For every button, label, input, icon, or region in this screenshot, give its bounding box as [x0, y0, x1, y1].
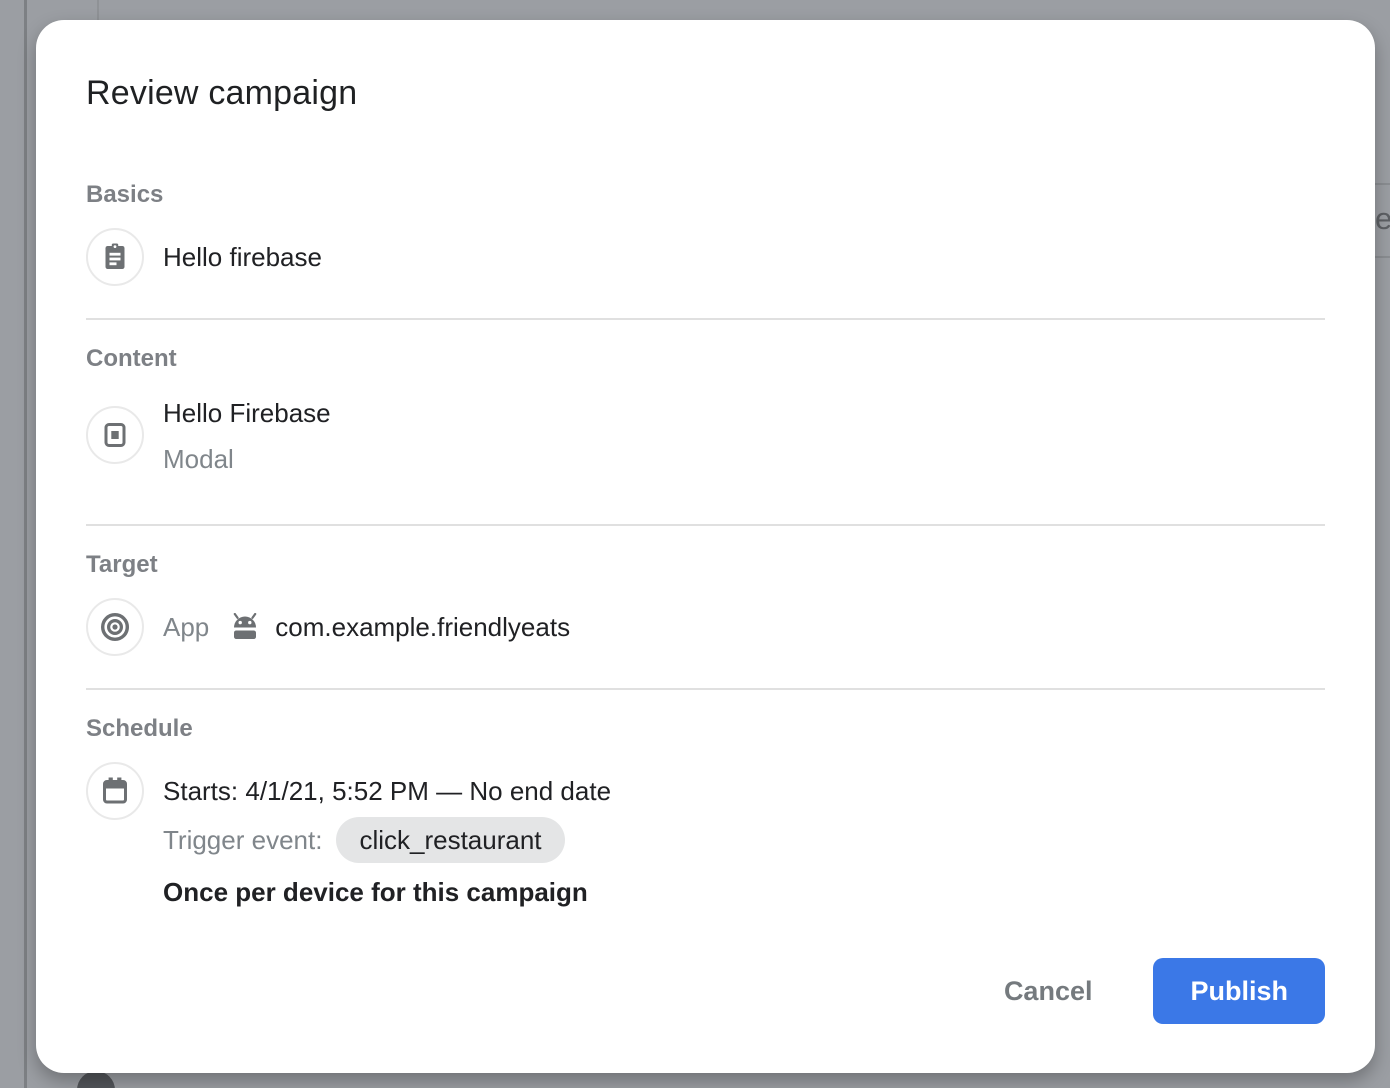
target-row: App com.example.friendlyeats — [86, 598, 1325, 656]
schedule-row: Starts: 4/1/21, 5:52 PM — No end date Tr… — [86, 762, 1325, 912]
frequency-text: Once per device for this campaign — [163, 872, 611, 912]
section-divider — [86, 688, 1325, 690]
background-partial-text: e — [1375, 202, 1390, 236]
background-panel-edge — [97, 0, 99, 22]
schedule-dates: Starts: 4/1/21, 5:52 PM — No end date — [163, 771, 611, 811]
clipboard-icon-glyph — [100, 242, 130, 272]
target-summary: App com.example.friendlyeats — [163, 608, 570, 646]
section-divider — [86, 318, 1325, 320]
bullseye-icon — [86, 598, 144, 656]
target-app-id: com.example.friendlyeats — [275, 608, 570, 646]
publish-button[interactable]: Publish — [1153, 958, 1325, 1024]
cancel-button[interactable]: Cancel — [990, 966, 1107, 1017]
message-type: Modal — [163, 440, 331, 478]
dialog-actions: Cancel Publish — [86, 958, 1325, 1024]
background-avatar — [77, 1071, 115, 1088]
trigger-event-label: Trigger event: — [163, 821, 322, 859]
calendar-icon-glyph — [100, 776, 130, 806]
section-label-content: Content — [86, 344, 1325, 374]
section-label-target: Target — [86, 550, 1325, 580]
section-divider — [86, 524, 1325, 526]
section-label-basics: Basics — [86, 180, 1325, 210]
schedule-summary: Starts: 4/1/21, 5:52 PM — No end date Tr… — [163, 762, 611, 912]
trigger-event-chip: click_restaurant — [336, 817, 564, 863]
android-icon — [231, 613, 261, 641]
review-campaign-dialog: Review campaign Basics Hello firebase Co… — [36, 20, 1375, 1073]
message-title: Hello Firebase — [163, 394, 331, 432]
section-label-schedule: Schedule — [86, 714, 1325, 744]
calendar-icon — [86, 762, 144, 820]
bullseye-icon-glyph — [99, 611, 131, 643]
campaign-name: Hello firebase — [163, 238, 322, 276]
modal-message-icon — [86, 406, 144, 464]
clipboard-icon — [86, 228, 144, 286]
content-summary: Hello Firebase Modal — [163, 392, 331, 478]
dialog-title: Review campaign — [86, 72, 1325, 114]
android-icon-glyph — [231, 613, 261, 641]
trigger-event-line: Trigger event: click_restaurant — [163, 817, 611, 863]
modal-message-icon-glyph — [100, 420, 130, 450]
basics-row: Hello firebase — [86, 228, 1325, 286]
target-prefix: App — [163, 608, 209, 646]
content-row: Hello Firebase Modal — [86, 392, 1325, 478]
background-sidebar-edge — [24, 0, 27, 1088]
